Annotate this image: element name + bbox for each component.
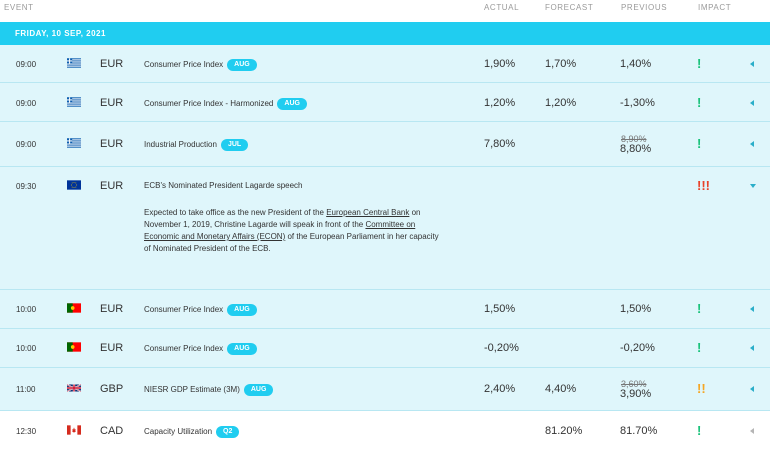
event-time: 09:00 [16,99,37,108]
impact-indicator: ! [697,340,702,355]
actual-value: -0,20% [484,342,519,354]
previous-value: -1,30% [620,97,655,109]
previous-value: 1,40% [620,58,652,70]
expand-arrow-icon[interactable] [750,100,754,106]
event-title: Consumer Price Index - Harmonized AUG [144,98,307,110]
collapse-arrow-icon[interactable] [750,184,756,188]
event-title: Consumer Price Index AUG [144,304,257,316]
event-name: Consumer Price Index [144,344,224,353]
event-title: ECB's Nominated President Lagarde speech [144,181,303,190]
event-row-expanded[interactable]: 09:30 EUR ECB's Nominated President Laga… [0,167,770,290]
impact-indicator: ! [697,423,702,438]
expand-arrow-icon[interactable] [750,428,754,434]
header-previous: PREVIOUS [621,3,668,12]
description-text: Expected to take office as the new Presi… [144,208,327,217]
actual-value: 1,20% [484,97,516,109]
event-currency: CAD [100,425,124,437]
date-label: FRIDAY, 10 SEP, 2021 [15,29,106,38]
event-title: Industrial Production JUL [144,139,249,151]
european-central-bank-link[interactable]: European Central Bank [326,208,409,217]
event-currency: EUR [100,138,124,150]
event-currency: GBP [100,383,124,395]
canada-flag-icon [67,425,81,435]
forecast-value: 1,70% [545,58,577,70]
actual-value: 2,40% [484,383,516,395]
greece-flag-icon [67,97,81,107]
event-time: 09:30 [16,182,37,191]
previous-value: 1,50% [620,303,652,315]
event-row[interactable]: 10:00 EUR Consumer Price Index AUG -0,20%… [0,329,770,368]
table-header: EVENT ACTUAL FORECAST PREVIOUS IMPACT [0,0,770,16]
event-description: Expected to take office as the new Presi… [144,207,444,255]
forecast-value: 4,40% [545,383,577,395]
expand-arrow-icon[interactable] [750,306,754,312]
expand-arrow-icon[interactable] [750,61,754,67]
period-badge: AUG [227,59,257,71]
period-badge: AUG [227,304,257,316]
period-badge: AUG [227,343,257,355]
period-badge: Q2 [216,426,240,438]
header-actual: ACTUAL [484,3,520,12]
date-band: FRIDAY, 10 SEP, 2021 [0,22,770,45]
forecast-value: 81.20% [545,425,583,437]
event-row[interactable]: 11:00 GBP NIESR GDP Estimate (3M) AUG 2,4… [0,368,770,411]
impact-indicator: ! [697,95,702,110]
header-impact: IMPACT [698,3,732,12]
event-currency: EUR [100,342,124,354]
greece-flag-icon [67,138,81,148]
expand-arrow-icon[interactable] [750,386,754,392]
event-time: 09:00 [16,140,37,149]
event-name: ECB's Nominated President Lagarde speech [144,181,303,190]
actual-value: 7,80% [484,138,516,150]
event-row[interactable]: 09:00 EUR Consumer Price Index - Harmoni… [0,83,770,122]
impact-indicator: ! [697,301,702,316]
period-badge: JUL [220,139,249,151]
impact-indicator: !! [697,381,706,396]
greece-flag-icon [67,58,81,68]
portugal-flag-icon [67,303,81,313]
event-time: 09:00 [16,60,37,69]
event-time: 12:30 [16,427,37,436]
event-title: Consumer Price Index AUG [144,343,257,355]
event-time: 10:00 [16,305,37,314]
uk-flag-icon [67,383,81,393]
event-name: Consumer Price Index [144,60,224,69]
previous-value: 8,80% [620,143,652,155]
event-title: NIESR GDP Estimate (3M) AUG [144,384,274,396]
impact-indicator: ! [697,136,702,151]
previous-value: 81.70% [620,425,658,437]
eu-flag-icon [67,180,81,190]
portugal-flag-icon [67,342,81,352]
event-name: Consumer Price Index - Harmonized [144,99,274,108]
event-row[interactable]: 10:00 EUR Consumer Price Index AUG 1,50% … [0,290,770,329]
event-currency: EUR [100,303,124,315]
actual-value: 1,50% [484,303,516,315]
event-name: Capacity Utilization [144,427,213,436]
impact-indicator: !!! [697,178,710,193]
event-currency: EUR [100,97,124,109]
event-title: Consumer Price Index AUG [144,59,257,71]
forecast-value: 1,20% [545,97,577,109]
event-name: Industrial Production [144,140,217,149]
event-name: NIESR GDP Estimate (3M) [144,385,240,394]
event-row[interactable]: 12:30 CAD Capacity Utilization Q2 81.20% … [0,411,770,451]
event-row[interactable]: 09:00 EUR Consumer Price Index AUG 1,90% … [0,45,770,83]
expand-arrow-icon[interactable] [750,141,754,147]
actual-value: 1,90% [484,58,516,70]
impact-indicator: ! [697,56,702,71]
expand-arrow-icon[interactable] [750,345,754,351]
event-time: 11:00 [16,385,36,394]
event-name: Consumer Price Index [144,305,224,314]
event-title: Capacity Utilization Q2 [144,426,240,438]
period-badge: AUG [277,98,307,110]
event-row[interactable]: 09:00 EUR Industrial Production JUL 7,80%… [0,122,770,167]
header-forecast: FORECAST [545,3,594,12]
previous-value: -0,20% [620,342,655,354]
event-currency: EUR [100,180,124,192]
previous-value: 3,90% [620,388,652,400]
header-event: EVENT [4,3,34,12]
period-badge: AUG [243,384,274,396]
event-currency: EUR [100,58,124,70]
event-time: 10:00 [16,344,37,353]
